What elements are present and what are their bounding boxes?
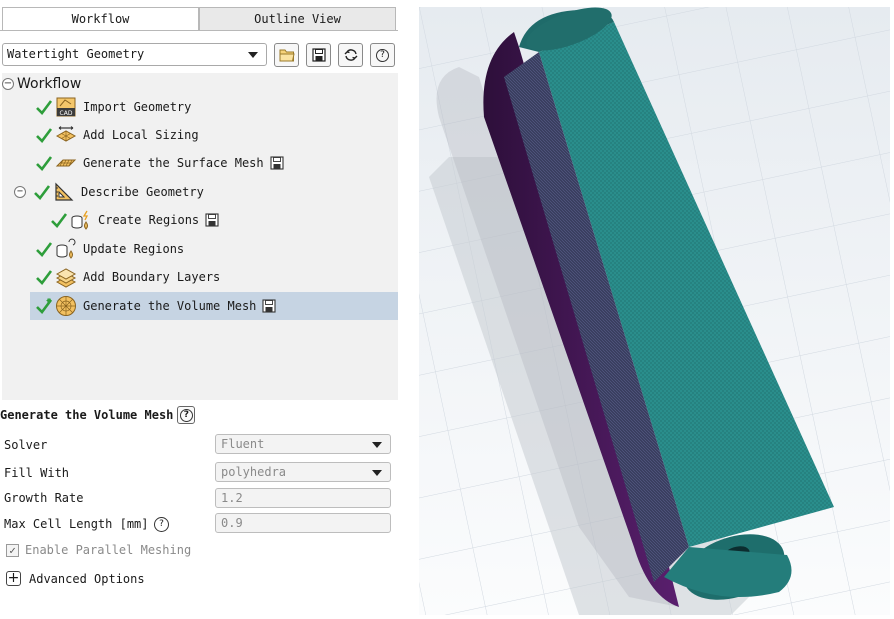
tree-item-label: Describe Geometry [81,185,204,199]
tree-item-label: Add Boundary Layers [83,270,221,284]
collapse-icon[interactable]: − [2,78,14,90]
cad-icon: CAD [56,97,76,117]
save-workflow-button[interactable] [306,43,331,67]
tree-item-label: Update Regions [83,242,185,256]
solver-label: Solver [4,438,48,452]
check-icon [36,128,53,143]
fill-with-value: polyhedra [221,465,287,479]
tree-item-label: Generate the Surface Mesh [83,156,264,170]
tree-item-describe-geometry[interactable]: − Describe Geometry [14,179,204,205]
refresh-icon [344,49,357,61]
fill-with-select[interactable]: polyhedra [215,462,391,482]
tab-outline-view[interactable]: Outline View [199,7,396,31]
tree-item-update-regions[interactable]: Update Regions [35,236,184,262]
advanced-options-toggle[interactable]: + Advanced Options [6,571,145,586]
tab-workflow[interactable]: Workflow [2,7,199,31]
tab-divider [0,30,398,31]
tree-item-create-regions[interactable]: Create Regions [50,207,219,233]
check-icon [36,298,53,314]
max-cell-length-value: 0.9 [221,516,243,530]
save-icon [311,48,326,62]
task-title: Generate the Volume Mesh [0,408,174,422]
help-icon: ? [154,516,169,532]
tree-item-add-local-sizing[interactable]: Add Local Sizing [35,122,199,148]
workflow-help-button[interactable]: ? [370,43,395,67]
check-icon [36,270,53,285]
local-sizing-icon [55,126,77,142]
growth-rate-label: Growth Rate [4,491,84,505]
tree-item-import-geometry[interactable]: CAD Import Geometry [35,94,191,120]
graphics-viewport[interactable] [419,7,890,615]
open-folder-icon [279,49,295,62]
check-icon [51,213,68,228]
check-icon [36,242,53,257]
task-help-button[interactable]: ? [177,406,196,424]
solver-select[interactable]: Fluent [215,434,391,454]
enable-parallel-meshing-label: Enable Parallel Meshing [25,543,192,557]
growth-rate-value: 1.2 [221,491,243,505]
tree-item-label: Import Geometry [83,100,192,114]
workflow-panel: Workflow Outline View Watertight Geometr… [0,0,398,619]
tree-item-add-boundary-layers[interactable]: Add Boundary Layers [35,264,220,290]
max-cell-length-label: Max Cell Length [mm] [4,517,149,531]
workflow-type-value: Watertight Geometry [7,47,145,61]
workflow-tree: − Workflow CAD Import Geometry Add Local… [2,73,398,400]
revert-workflow-button[interactable] [338,43,363,67]
svg-text:CAD: CAD [60,110,73,117]
help-icon: ? [179,408,193,422]
save-icon[interactable] [205,213,219,227]
check-icon: ✓ [6,543,19,557]
task-properties-title: Generate the Volume Mesh ? [0,406,196,424]
tree-item-label: Add Local Sizing [83,128,199,142]
max-cell-length-label-group: Max Cell Length [mm] ? [4,515,171,533]
boundary-layers-icon [55,268,77,288]
check-icon [34,185,51,200]
chevron-down-icon [248,52,258,58]
tree-item-generate-surface-mesh[interactable]: Generate the Surface Mesh [35,150,284,176]
check-icon [36,100,53,115]
save-icon[interactable] [270,156,284,170]
surface-mesh-icon [55,159,77,167]
update-regions-icon [56,238,76,259]
tree-item-generate-volume-mesh[interactable]: Generate the Volume Mesh [30,292,398,320]
open-workflow-button[interactable] [274,43,299,67]
max-cell-length-help[interactable]: ? [153,515,171,533]
tree-root-label: Workflow [17,76,82,92]
create-regions-icon [71,210,89,230]
save-icon[interactable] [262,299,276,313]
help-icon: ? [376,48,389,62]
volume-mesh-icon [56,296,76,316]
chevron-down-icon [372,470,382,476]
tree-item-label: Generate the Volume Mesh [83,299,257,313]
chevron-down-icon [372,442,382,448]
check-icon [36,156,53,171]
tab-bar: Workflow Outline View [0,7,398,31]
describe-geometry-icon [55,182,74,201]
advanced-options-label: Advanced Options [29,571,145,586]
solver-value: Fluent [221,437,265,451]
collapse-icon[interactable]: − [14,186,26,198]
max-cell-length-input[interactable]: 0.9 [215,513,391,533]
enable-parallel-meshing-checkbox[interactable]: ✓ Enable Parallel Meshing [6,543,191,557]
expand-plus-icon: + [6,570,21,586]
tree-root-workflow[interactable]: − Workflow [2,75,81,93]
mesh-render [419,7,890,615]
tree-item-label: Create Regions [98,213,200,227]
growth-rate-input[interactable]: 1.2 [215,488,391,508]
workflow-type-select[interactable]: Watertight Geometry [2,43,267,66]
fill-with-label: Fill With [4,466,70,480]
